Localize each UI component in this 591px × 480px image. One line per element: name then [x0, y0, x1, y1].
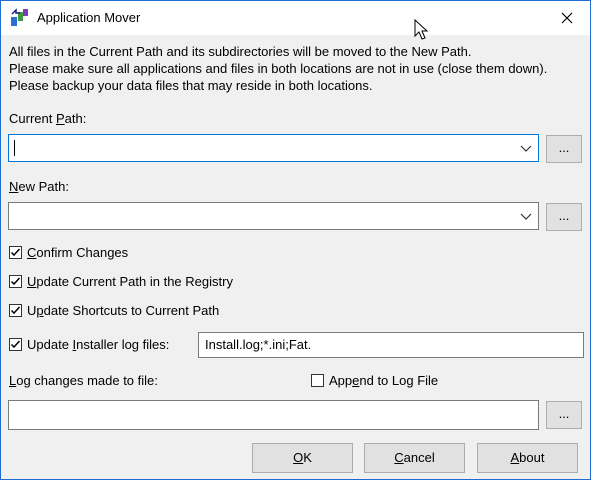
- new-path-browse-button[interactable]: ...: [546, 203, 582, 231]
- log-file-input[interactable]: [8, 400, 539, 430]
- update-installer-logs-label: Update Installer log files:: [27, 337, 170, 352]
- mouse-pointer-icon: [414, 19, 429, 40]
- text-caret: [14, 140, 15, 156]
- log-file-browse-button[interactable]: ...: [546, 401, 582, 429]
- window-title: Application Mover: [37, 10, 141, 25]
- checkbox-box[interactable]: [9, 304, 22, 317]
- checkbox-box[interactable]: [9, 275, 22, 288]
- checkbox-box[interactable]: [311, 374, 324, 387]
- application-mover-window: Application Mover All files in the Curre…: [0, 0, 591, 480]
- cancel-button[interactable]: Cancel: [364, 443, 465, 473]
- instruction-line-2: Please make sure all applications and fi…: [9, 61, 548, 76]
- update-shortcuts-label: Update Shortcuts to Current Path: [27, 303, 220, 318]
- app-mover-icon: [11, 8, 28, 26]
- update-registry-label: Update Current Path in the Registry: [27, 274, 233, 289]
- instructions-text: All files in the Current Path and its su…: [9, 43, 547, 94]
- installer-log-files-input[interactable]: Install.log;*.ini;Fat.: [198, 332, 584, 358]
- ok-button[interactable]: OK: [252, 443, 353, 473]
- confirm-changes-checkbox[interactable]: Confirm Changes: [9, 245, 128, 260]
- chevron-down-icon[interactable]: [520, 142, 532, 154]
- append-to-log-label: Append to Log File: [329, 373, 439, 388]
- close-button[interactable]: [544, 1, 590, 35]
- checkbox-box[interactable]: [9, 246, 22, 259]
- close-icon: [561, 12, 573, 24]
- current-path-combobox[interactable]: [8, 134, 539, 162]
- instruction-line-1: All files in the Current Path and its su…: [9, 44, 472, 59]
- about-button[interactable]: About: [477, 443, 578, 473]
- checkbox-box[interactable]: [9, 338, 22, 351]
- current-path-label: Current Path:: [9, 111, 87, 126]
- title-bar[interactable]: Application Mover: [1, 1, 590, 35]
- confirm-changes-label: Confirm Changes: [27, 245, 129, 260]
- current-path-browse-button[interactable]: ...: [546, 135, 582, 163]
- update-registry-checkbox[interactable]: Update Current Path in the Registry: [9, 274, 233, 289]
- new-path-label: New Path:: [9, 179, 69, 194]
- check-icon: [10, 306, 21, 315]
- append-to-log-checkbox[interactable]: Append to Log File: [311, 373, 438, 388]
- instruction-line-3: Please backup your data files that may r…: [9, 78, 373, 93]
- update-installer-logs-checkbox[interactable]: Update Installer log files:: [9, 337, 169, 352]
- chevron-down-icon[interactable]: [520, 210, 532, 222]
- update-shortcuts-checkbox[interactable]: Update Shortcuts to Current Path: [9, 303, 219, 318]
- check-icon: [10, 340, 21, 349]
- check-icon: [10, 277, 21, 286]
- new-path-combobox[interactable]: [8, 202, 539, 230]
- log-file-label: Log changes made to file:: [9, 373, 158, 388]
- check-icon: [10, 248, 21, 257]
